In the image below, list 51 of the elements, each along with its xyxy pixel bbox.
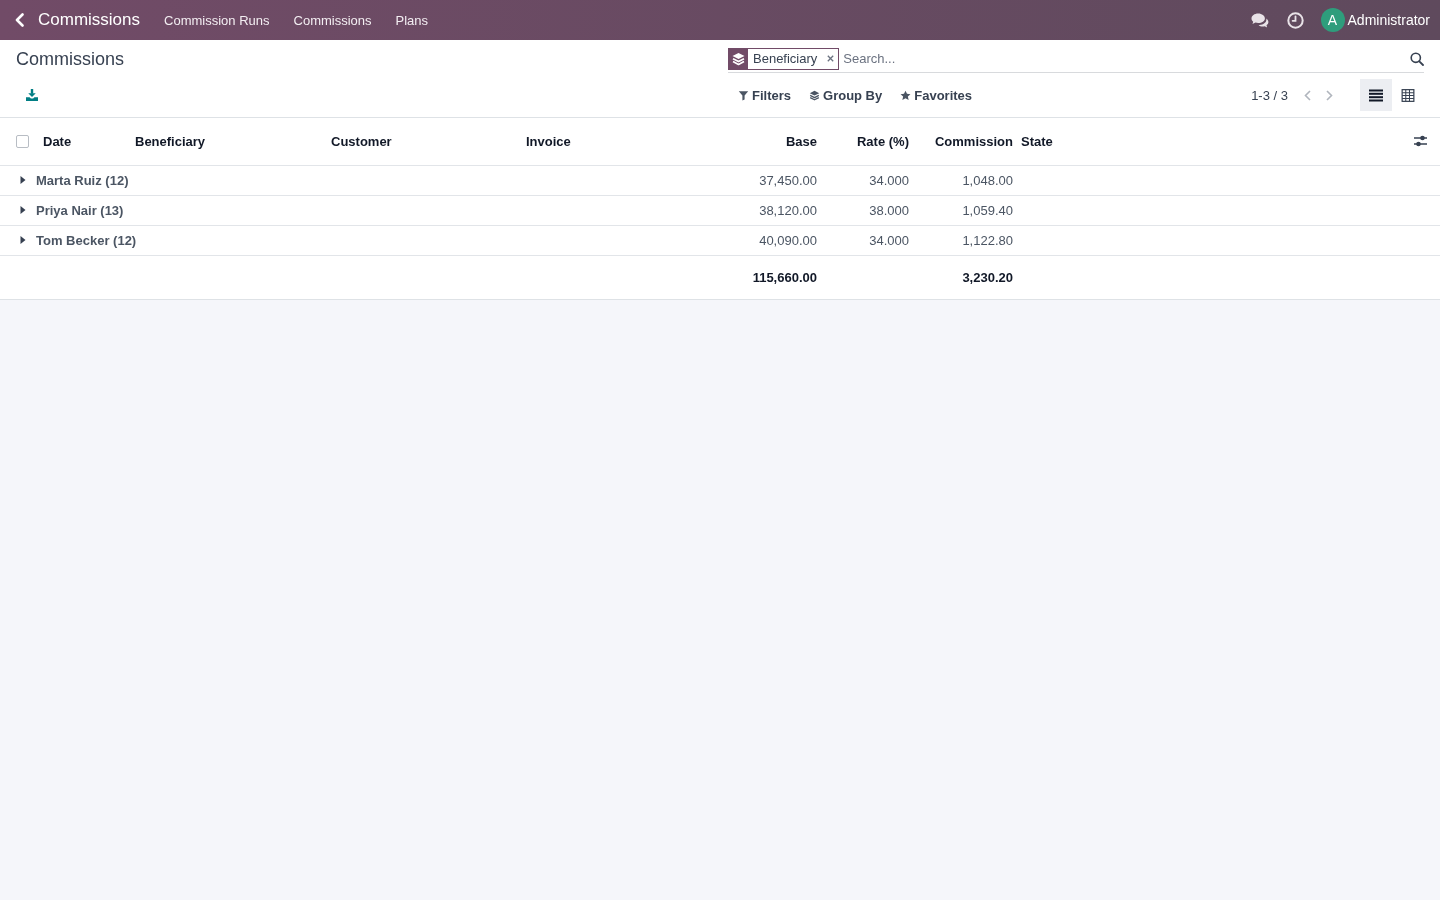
- column-header[interactable]: Beneficiary: [135, 133, 206, 149]
- layers-icon: [809, 89, 820, 101]
- column-header[interactable]: Commission: [935, 133, 1013, 149]
- user-menu[interactable]: A Administrator: [1320, 8, 1430, 32]
- total-cell: 3,230.20: [962, 269, 1013, 285]
- search-menu-button[interactable]: Favorites: [891, 80, 982, 110]
- table-cell: 1,059.40: [962, 202, 1013, 218]
- column-header[interactable]: Date: [43, 133, 72, 149]
- chevron-left-icon: [1303, 89, 1311, 101]
- download-icon: [26, 89, 38, 101]
- chat-bubbles-icon: [1250, 12, 1269, 28]
- page-title: Commissions: [16, 48, 126, 70]
- column-header[interactable]: State: [1021, 133, 1053, 149]
- list-icon: [1369, 88, 1383, 102]
- group-row-label[interactable]: Marta Ruiz (12): [36, 172, 129, 188]
- sliders-icon: [1413, 135, 1427, 148]
- column-header[interactable]: Base: [785, 133, 817, 149]
- group-row-label[interactable]: Tom Becker (12): [36, 232, 137, 248]
- table-cell: 34.000: [869, 232, 909, 248]
- pager-value[interactable]: 1-3 / 3: [1251, 87, 1288, 103]
- menu-item[interactable]: Plans: [383, 12, 441, 28]
- menu-item[interactable]: Commissions: [281, 12, 384, 28]
- table-cell: 38.000: [869, 202, 909, 218]
- table-cell: 1,122.80: [962, 232, 1013, 248]
- chevron-left-icon: [14, 13, 24, 27]
- clock-icon: [1286, 11, 1304, 29]
- search-input[interactable]: Search...: [839, 47, 1400, 70]
- table-cell: 34.000: [869, 172, 909, 188]
- user-avatar: A: [1320, 8, 1345, 32]
- select-all-checkbox[interactable]: [16, 134, 29, 148]
- column-header[interactable]: Rate (%): [857, 133, 909, 149]
- star-icon: [900, 89, 912, 101]
- app-title[interactable]: Commissions: [38, 10, 141, 30]
- menu-item[interactable]: Commission Runs: [152, 12, 282, 28]
- list-view-button[interactable]: [1360, 79, 1392, 111]
- column-header[interactable]: Invoice: [526, 133, 571, 149]
- total-cell: 115,660.00: [752, 269, 817, 285]
- group-row-label[interactable]: Priya Nair (13): [36, 202, 124, 218]
- table-cell: 38,120.00: [759, 202, 817, 218]
- search-menu-button[interactable]: Filters: [728, 80, 800, 110]
- table-cell: 40,090.00: [759, 232, 817, 248]
- chevron-right-icon: [1325, 89, 1333, 101]
- facet-label: Beneficiary: [752, 51, 819, 66]
- close-icon: [826, 55, 834, 62]
- search-icon: [1410, 51, 1424, 66]
- table-cell: 1,048.00: [962, 172, 1013, 188]
- table-cell: 37,450.00: [759, 172, 817, 188]
- funnel-icon: [738, 89, 749, 101]
- grid-table-icon: [1401, 88, 1415, 102]
- column-header[interactable]: Customer: [331, 133, 392, 149]
- search-menu-button[interactable]: Group By: [800, 80, 892, 110]
